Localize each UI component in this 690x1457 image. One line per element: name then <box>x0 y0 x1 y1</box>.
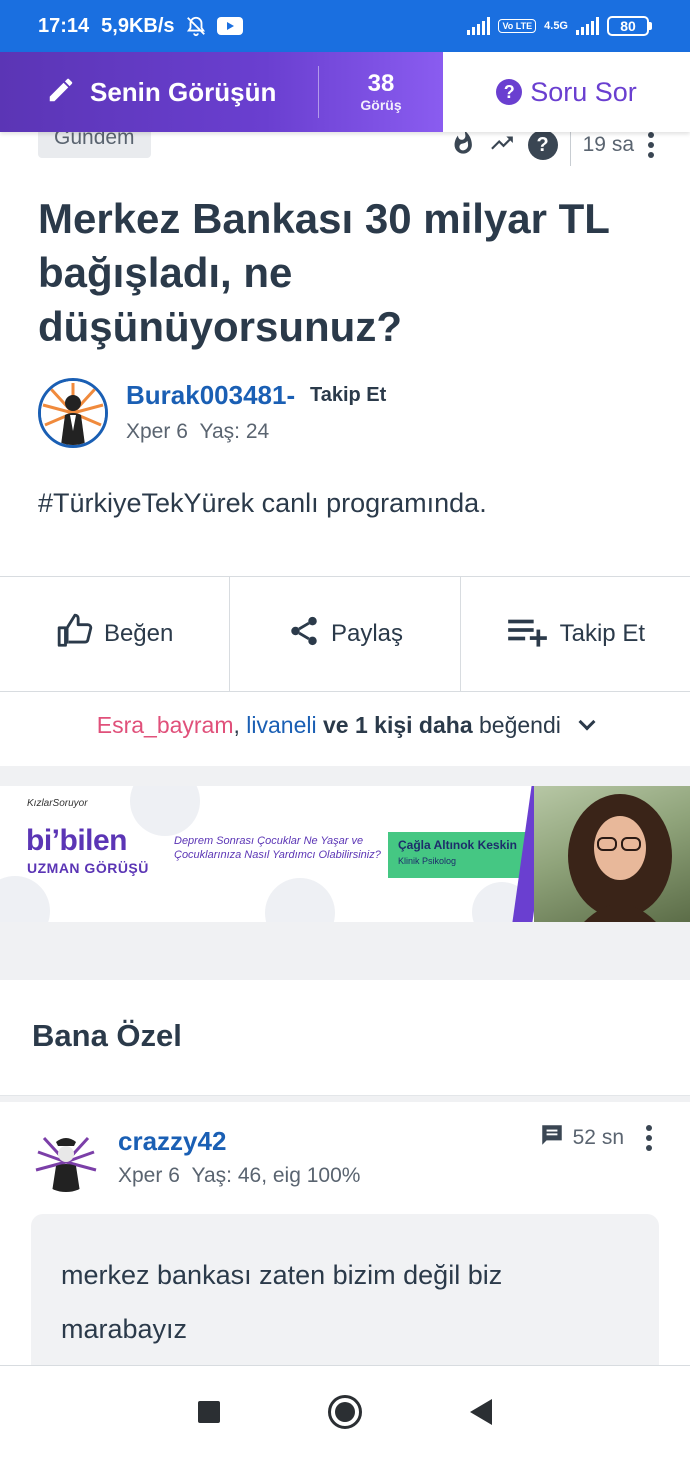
comment-icon[interactable] <box>539 1122 565 1154</box>
follow-question-label: Takip Et <box>559 620 645 647</box>
opinions-count: 38 <box>367 70 395 97</box>
ask-question-button[interactable]: ? Soru Sor <box>443 52 690 132</box>
share-button[interactable]: Paylaş <box>229 577 459 691</box>
write-opinion-button[interactable]: Senin Görüşün <box>0 75 318 110</box>
section-header: Bana Özel <box>0 980 690 1096</box>
battery-icon: 80 <box>607 16 652 36</box>
answer-card: crazzy42 Xper 6 Yaş: 46, eig 100% 52 sn … <box>0 1102 690 1394</box>
author-avatar[interactable] <box>38 378 108 448</box>
banner-subtitle: UZMAN GÖRÜŞÜ <box>27 860 149 876</box>
action-bar: Beğen Paylaş Takip Et <box>0 576 690 692</box>
question-title: Merkez Bankası 30 milyar TL bağışladı, n… <box>38 195 610 350</box>
post-time: 19 sa <box>582 133 634 156</box>
expert-role: Klinik Psikolog <box>398 856 457 866</box>
volte-badge: Vo LTE <box>498 19 537 33</box>
liker-1[interactable]: Esra_bayram <box>97 712 234 738</box>
question-body: #TürkiyeTekYürek canlı programında. <box>38 488 487 518</box>
bell-off-icon <box>185 15 207 37</box>
follow-question-button[interactable]: Takip Et <box>459 577 690 691</box>
battery-level: 80 <box>607 16 649 36</box>
likes-summary[interactable]: Esra_bayram, livaneli ve 1 kişi daha beğ… <box>0 712 690 739</box>
answerer-details: Xper 6 Yaş: 46, eig 100% <box>118 1164 361 1187</box>
share-label: Paylaş <box>330 620 404 647</box>
status-time: 17:14 <box>38 14 90 37</box>
section-title: Bana Özel <box>32 1018 182 1053</box>
answer-meta: 52 sn <box>539 1122 656 1154</box>
signal-icon <box>467 17 491 35</box>
answer-more-icon[interactable] <box>642 1125 656 1151</box>
opinions-label: Görüş <box>360 97 402 113</box>
chevron-down-icon[interactable] <box>578 713 596 731</box>
system-nav-bar <box>0 1365 690 1457</box>
expert-photo <box>534 786 690 922</box>
opinions-counter[interactable]: 38 Görüş <box>319 70 443 114</box>
back-icon[interactable] <box>470 1398 492 1425</box>
answerer-name[interactable]: crazzy42 <box>118 1126 226 1157</box>
signal-icon-2 <box>576 17 599 35</box>
write-opinion-label: Senin Görüşün <box>90 76 277 107</box>
trending-icon <box>486 130 518 161</box>
author-row: Burak003481- Takip Et Xper 6 Yaş: 24 <box>38 378 658 450</box>
question-icon: ? <box>496 79 523 105</box>
youtube-icon <box>216 16 243 36</box>
status-speed: 5,9KB/s <box>101 14 175 37</box>
write-opinion-area: Senin Görüşün 38 Görüş <box>0 52 443 132</box>
recent-apps-icon[interactable] <box>198 1400 220 1423</box>
top-action-bar: Senin Görüşün 38 Görüş ? Soru Sor <box>0 52 690 132</box>
fire-icon <box>450 129 476 162</box>
author-follow-button[interactable]: Takip Et <box>310 384 386 407</box>
expert-name: Çağla Altınok Keskin <box>398 838 517 852</box>
banner-description: Deprem Sonrası Çocuklar Ne Yaşar ve Çocu… <box>174 835 381 861</box>
likes-more: 1 kişi daha <box>355 712 473 738</box>
banner-brand: KızlarSoruyor <box>27 798 88 809</box>
author-details: Xper 6 Yaş: 24 <box>126 420 270 443</box>
home-icon[interactable] <box>328 1394 362 1429</box>
answerer-avatar[interactable] <box>34 1128 98 1192</box>
share-icon <box>287 614 321 655</box>
banner-logo: bi’bilen <box>26 824 128 857</box>
status-bar: 17:14 5,9KB/s Vo LTE 4.5G 80 <box>0 0 690 52</box>
network-type: 4.5G <box>544 20 568 32</box>
promo-banner[interactable]: KızlarSoruyor bi’bilen UZMAN GÖRÜŞÜ Depr… <box>0 786 690 922</box>
author-name[interactable]: Burak003481- <box>126 380 295 411</box>
liker-2[interactable]: livaneli <box>246 712 316 738</box>
expert-namebox: Çağla Altınok Keskin Klinik Psikolog <box>388 832 540 878</box>
pencil-icon <box>46 75 76 110</box>
like-button[interactable]: Beğen <box>0 577 229 691</box>
ask-question-label: Soru Sor <box>530 76 637 107</box>
like-label: Beğen <box>103 620 174 647</box>
question-circle-icon: ? <box>527 130 558 160</box>
more-options-icon[interactable] <box>644 132 658 158</box>
answer-time: 52 sn <box>572 1126 624 1149</box>
playlist-add-icon <box>506 614 550 655</box>
thumbs-up-icon <box>56 612 94 657</box>
